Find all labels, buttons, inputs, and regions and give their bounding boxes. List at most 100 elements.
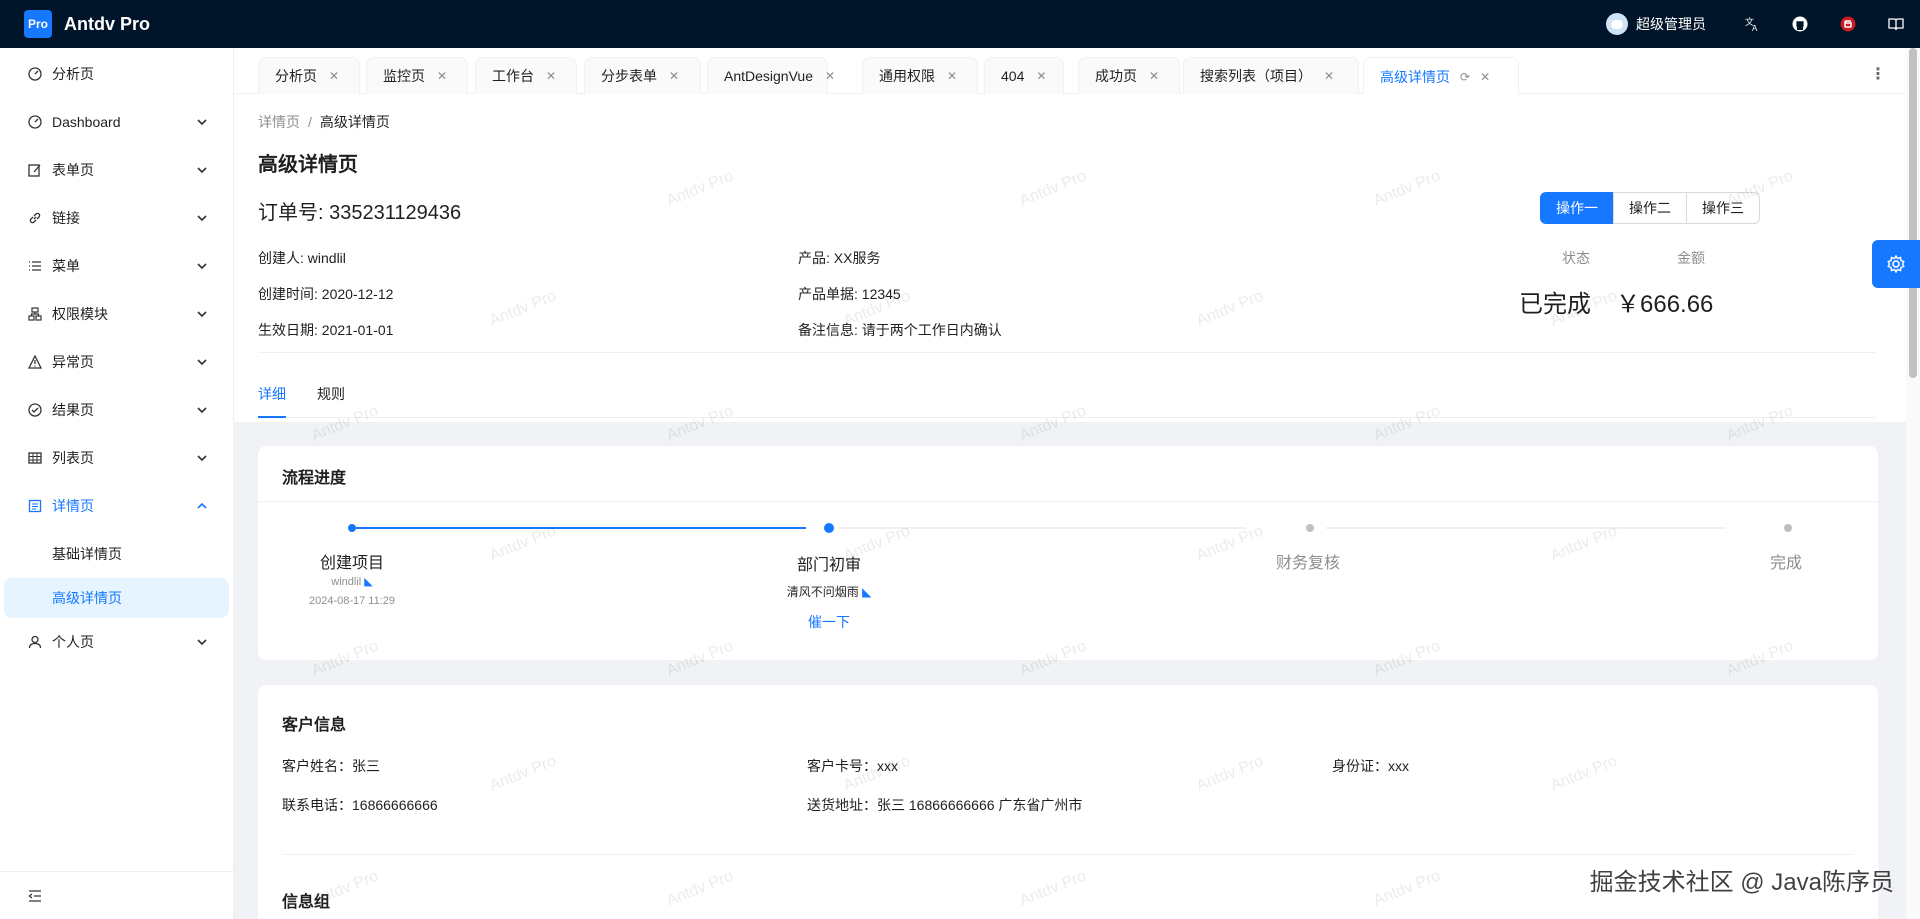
sidebar-item-label: 异常页 — [52, 354, 94, 370]
step-dot — [1306, 524, 1314, 532]
chevron-down-icon — [197, 311, 207, 318]
close-icon[interactable]: ✕ — [1036, 69, 1046, 83]
tab-label: 成功页 — [1095, 68, 1137, 84]
collapse-sidebar-button[interactable] — [0, 871, 233, 919]
logo-icon: Pro — [24, 10, 52, 38]
tab-search-list[interactable]: 搜索列表（项目） ✕ — [1183, 57, 1359, 94]
step-line — [838, 527, 1246, 529]
step-user-name: windlil — [331, 576, 362, 588]
more-icon[interactable]: ⋮ — [1868, 64, 1888, 84]
tab-detail[interactable]: 详细 — [258, 384, 286, 404]
breadcrumb-item[interactable]: 详情页 — [258, 114, 300, 130]
desc-created-time: 创建时间: 2020-12-12 — [258, 286, 394, 302]
tab-antdesignvue[interactable]: AntDesignVue ✕ — [707, 57, 835, 94]
breadcrumb-item: 高级详情页 — [319, 114, 390, 130]
close-icon[interactable]: ✕ — [546, 69, 556, 83]
settings-button[interactable] — [1872, 240, 1920, 288]
close-icon[interactable]: ✕ — [1324, 69, 1334, 83]
action-three-button[interactable]: 操作三 — [1686, 192, 1760, 224]
action-two-button[interactable]: 操作二 — [1613, 192, 1687, 224]
tab-workplace[interactable]: 工作台 ✕ — [475, 57, 577, 94]
close-icon[interactable]: ✕ — [1480, 70, 1490, 84]
tab-monitor[interactable]: 监控页 ✕ — [366, 57, 468, 94]
reload-icon[interactable]: ⟳ — [1460, 70, 1470, 84]
sidebar-item-menu[interactable]: 菜单 — [4, 246, 229, 286]
app-title: Antdv Pro — [64, 13, 151, 34]
sidebar-subitem-advanced-profile[interactable]: 高级详情页 — [4, 578, 229, 618]
desc-creator: 创建人: windlil — [258, 250, 346, 266]
customer-card-no: 客户卡号：xxx — [807, 758, 898, 774]
cluster-icon — [28, 307, 42, 321]
sidebar-item-profile[interactable]: 详情页 — [4, 486, 229, 526]
multi-tab-bar: 分析页 ✕ 监控页 ✕ 工作台 ✕ 分步表单 ✕ AntDesignVue ✕ 通用权限 ✕… — [234, 48, 1920, 95]
dingding-icon: ◣ — [862, 585, 872, 599]
menu-icon — [28, 259, 42, 273]
chevron-down-icon — [197, 359, 207, 366]
doc-icon[interactable] — [1872, 0, 1920, 48]
logo[interactable]: Pro Antdv Pro — [0, 0, 150, 48]
tab-label: 404 — [1001, 68, 1025, 84]
close-icon[interactable]: ✕ — [1149, 69, 1159, 83]
chevron-down-icon — [197, 119, 207, 126]
sidebar: 分析页 Dashboard 表单页 链接 菜单 权限模块 异常页 结果页 列表页 — [0, 48, 234, 919]
menu-fold-icon — [28, 889, 41, 902]
user-name: 超级管理员 — [1636, 16, 1706, 32]
urge-link[interactable]: 催一下 — [808, 612, 850, 632]
page-header: 详情页 / 高级详情页 高级详情页 订单号: 335231129436 操作一 操作… — [234, 94, 1906, 422]
sidebar-item-label: 列表页 — [52, 450, 94, 466]
github-icon[interactable] — [1776, 0, 1824, 48]
sidebar-item-exception[interactable]: 异常页 — [4, 342, 229, 382]
tabs-baseline — [258, 417, 1876, 418]
sidebar-item-form[interactable]: 表单页 — [4, 150, 229, 190]
step-user-name: 清风不问烟雨 — [786, 585, 859, 599]
sidebar-item-account[interactable]: 个人页 — [4, 622, 229, 662]
user-menu[interactable]: 超级管理员 — [1606, 13, 1706, 35]
breadcrumb: 详情页 / 高级详情页 — [258, 114, 390, 130]
gitee-icon[interactable] — [1824, 0, 1872, 48]
step-title: 财务复核 — [1275, 555, 1341, 572]
close-icon[interactable]: ✕ — [437, 69, 447, 83]
close-icon[interactable]: ✕ — [669, 69, 679, 83]
dashboard-icon — [28, 115, 42, 129]
svg-text:A: A — [1752, 24, 1758, 32]
sidebar-item-dashboard[interactable]: Dashboard — [4, 102, 229, 142]
sidebar-item-label: 表单页 — [52, 162, 94, 178]
customer-name: 客户姓名：张三 — [282, 758, 380, 774]
action-button-group: 操作一 操作二 操作三 — [1540, 192, 1760, 224]
sidebar-item-link[interactable]: 链接 — [4, 198, 229, 238]
customer-phone: 联系电话：16866666666 — [282, 797, 438, 813]
tab-success[interactable]: 成功页 ✕ — [1078, 57, 1180, 94]
card-title: 流程进度 — [282, 470, 347, 487]
tab-step-form[interactable]: 分步表单 ✕ — [584, 57, 701, 94]
tab-permission[interactable]: 通用权限 ✕ — [862, 57, 978, 94]
divider — [258, 501, 1878, 502]
sidebar-item-label: 权限模块 — [52, 306, 108, 322]
amount-label: 金额 — [1677, 250, 1705, 266]
chevron-down-icon — [197, 263, 207, 270]
sidebar-item-analysis[interactable]: 分析页 — [4, 54, 229, 94]
tab-advanced-profile[interactable]: 高级详情页 ⟳ ✕ — [1363, 57, 1519, 95]
sidebar-item-result[interactable]: 结果页 — [4, 390, 229, 430]
translate-icon[interactable]: 文A — [1728, 0, 1776, 48]
sidebar-subitem-basic-profile[interactable]: 基础详情页 — [4, 534, 229, 574]
chevron-down-icon — [197, 639, 207, 646]
scrollbar-thumb[interactable] — [1909, 48, 1917, 378]
close-icon[interactable]: ✕ — [329, 69, 339, 83]
close-icon[interactable]: ✕ — [947, 69, 957, 83]
tab-rules[interactable]: 规则 — [317, 384, 345, 404]
tab-label: 分步表单 — [601, 68, 657, 84]
tab-label: 分析页 — [275, 68, 317, 84]
tab-analysis[interactable]: 分析页 ✕ — [258, 57, 360, 94]
tab-404[interactable]: 404 ✕ — [984, 57, 1064, 94]
step-title: 部门初审 — [796, 557, 862, 574]
desc-product: 产品: XX服务 — [798, 250, 881, 266]
action-one-button[interactable]: 操作一 — [1540, 192, 1614, 224]
sidebar-item-list[interactable]: 列表页 — [4, 438, 229, 478]
chevron-down-icon — [197, 455, 207, 462]
sidebar-item-permission[interactable]: 权限模块 — [4, 294, 229, 334]
close-icon[interactable]: ✕ — [825, 69, 835, 83]
tab-label: 高级详情页 — [1380, 68, 1450, 85]
tab-label: 通用权限 — [879, 68, 935, 84]
page-scrollbar[interactable] — [1906, 48, 1920, 919]
chevron-down-icon — [197, 215, 207, 222]
